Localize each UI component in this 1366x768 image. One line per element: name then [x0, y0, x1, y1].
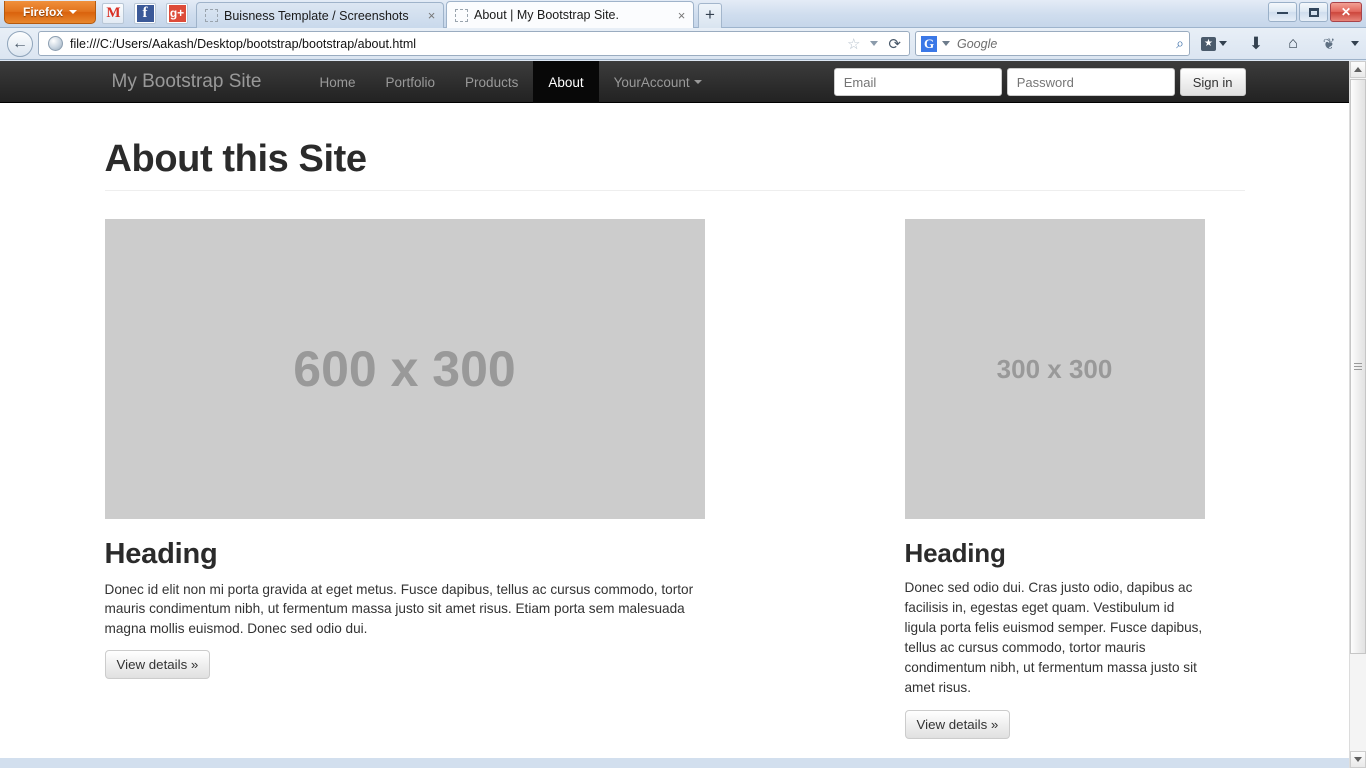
page-viewport: My Bootstrap Site Home Portfolio Product…	[0, 61, 1349, 758]
home-button[interactable]: ⌂	[1282, 34, 1304, 53]
nav-item-portfolio[interactable]: Portfolio	[371, 61, 451, 103]
maximize-icon	[1309, 8, 1319, 17]
firefox-app-button-label: Firefox	[23, 5, 63, 19]
nav-link-portfolio[interactable]: Portfolio	[371, 61, 451, 103]
back-button[interactable]: ←	[7, 31, 33, 57]
close-icon: ✕	[1341, 5, 1351, 19]
scrollbar-grip-icon	[1354, 361, 1362, 372]
chevron-down-icon[interactable]	[942, 41, 950, 46]
google-search-engine-icon[interactable]: G	[921, 36, 937, 52]
bookmark-facebook-icon[interactable]: f	[134, 3, 156, 24]
page-title: About this Site	[105, 138, 1245, 181]
download-arrow-icon: ⬇	[1249, 34, 1263, 54]
site-nav: Home Portfolio Products About YourAccoun…	[305, 61, 717, 103]
content-row: 600 x 300 Heading Donec id elit non mi p…	[105, 219, 1245, 739]
bookmark-star-icon: ★	[1201, 37, 1216, 51]
browser-toolbar: ← file:///C:/Users/Aakash/Desktop/bootst…	[0, 28, 1366, 60]
column-left: 600 x 300 Heading Donec id elit non mi p…	[105, 219, 705, 739]
nav-link-about[interactable]: About	[533, 61, 598, 103]
chevron-down-icon	[69, 10, 77, 14]
site-brand[interactable]: My Bootstrap Site	[112, 61, 262, 103]
gmail-glyph: M	[106, 5, 119, 22]
reload-icon[interactable]: ⟳	[884, 35, 905, 53]
minimize-icon	[1277, 11, 1288, 14]
chevron-down-icon	[694, 80, 702, 84]
scrollbar-thumb[interactable]	[1350, 79, 1366, 654]
chevron-down-icon	[1351, 41, 1359, 46]
addon-puzzle-icon: ❦	[1323, 35, 1336, 53]
search-bar[interactable]: G Google ⌕	[915, 31, 1190, 56]
close-icon[interactable]: ×	[674, 8, 689, 23]
left-body-text: Donec id elit non mi porta gravida at eg…	[105, 580, 705, 638]
placeholder-image-600x300: 600 x 300	[105, 219, 705, 519]
window-close-button[interactable]: ✕	[1330, 2, 1362, 22]
browser-tab-2-title: About | My Bootstrap Site.	[474, 8, 674, 22]
search-input[interactable]: Google	[957, 37, 1176, 51]
browser-window: Firefox M f g+ Buisness Template / Scree…	[0, 0, 1366, 768]
close-icon[interactable]: ×	[424, 8, 439, 23]
scroll-up-button[interactable]	[1350, 61, 1366, 78]
nav-item-about[interactable]: About	[533, 61, 598, 103]
nav-link-home[interactable]: Home	[305, 61, 371, 103]
chevron-up-icon	[1354, 67, 1362, 72]
email-field[interactable]	[834, 68, 1002, 96]
browser-tab-1-title: Buisness Template / Screenshots	[224, 9, 424, 23]
bookmarks-menu-button[interactable]: ★	[1200, 34, 1228, 53]
chevron-down-icon[interactable]	[870, 41, 878, 46]
nav-link-youraccount[interactable]: YourAccount	[599, 61, 717, 103]
nav-link-products[interactable]: Products	[450, 61, 533, 103]
right-view-details-button[interactable]: View details »	[905, 710, 1011, 739]
left-heading: Heading	[105, 538, 705, 571]
back-arrow-icon: ←	[12, 36, 28, 52]
page-container: About this Site 600 x 300 Heading Donec …	[90, 103, 1260, 758]
column-right: 300 x 300 Heading Donec sed odio dui. Cr…	[905, 219, 1205, 739]
tab-favicon-placeholder-icon	[205, 9, 218, 22]
new-tab-button[interactable]: +	[698, 3, 722, 28]
tab-strip: Firefox M f g+ Buisness Template / Scree…	[0, 0, 1366, 28]
downloads-button[interactable]: ⬇	[1245, 34, 1267, 53]
chevron-down-icon	[1354, 757, 1362, 762]
globe-icon	[48, 36, 63, 51]
address-bar-url: file:///C:/Users/Aakash/Desktop/bootstra…	[70, 37, 843, 51]
nav-item-youraccount[interactable]: YourAccount	[599, 61, 717, 103]
page-header: About this Site	[105, 103, 1245, 191]
nav-item-home[interactable]: Home	[305, 61, 371, 103]
addons-button[interactable]: ❦	[1318, 34, 1340, 53]
placeholder-image-300x300: 300 x 300	[905, 219, 1205, 519]
nav-link-youraccount-label: YourAccount	[614, 75, 690, 90]
window-maximize-button[interactable]	[1299, 2, 1328, 22]
browser-tab-2[interactable]: About | My Bootstrap Site. ×	[446, 1, 694, 28]
tab-favicon-placeholder-icon	[455, 9, 468, 22]
google-plus-glyph: g+	[169, 5, 186, 22]
facebook-glyph: f	[137, 5, 154, 22]
scroll-down-button[interactable]	[1350, 751, 1366, 768]
site-navbar-inner: My Bootstrap Site Home Portfolio Product…	[90, 61, 1260, 103]
bookmark-google-plus-icon[interactable]: g+	[166, 3, 188, 24]
address-bar[interactable]: file:///C:/Users/Aakash/Desktop/bootstra…	[38, 31, 910, 56]
browser-tab-1[interactable]: Buisness Template / Screenshots ×	[196, 2, 444, 28]
bookmark-gmail-icon[interactable]: M	[102, 3, 124, 24]
signin-form: Sign in	[834, 68, 1246, 96]
search-icon[interactable]: ⌕	[1176, 35, 1184, 52]
right-body-text: Donec sed odio dui. Cras justo odio, dap…	[905, 578, 1205, 698]
page-scrollbar[interactable]	[1349, 61, 1366, 768]
left-view-details-button[interactable]: View details »	[105, 650, 211, 679]
nav-item-products[interactable]: Products	[450, 61, 533, 103]
sign-in-button[interactable]: Sign in	[1180, 68, 1246, 96]
toolbar-overflow-button[interactable]	[1348, 34, 1362, 53]
right-heading: Heading	[905, 538, 1205, 569]
chevron-down-icon	[1219, 41, 1227, 46]
bookmark-star-icon[interactable]: ☆	[843, 35, 864, 53]
site-navbar: My Bootstrap Site Home Portfolio Product…	[0, 61, 1349, 103]
firefox-app-button[interactable]: Firefox	[4, 1, 96, 24]
home-icon: ⌂	[1288, 35, 1298, 53]
window-minimize-button[interactable]	[1268, 2, 1297, 22]
password-field[interactable]	[1007, 68, 1175, 96]
